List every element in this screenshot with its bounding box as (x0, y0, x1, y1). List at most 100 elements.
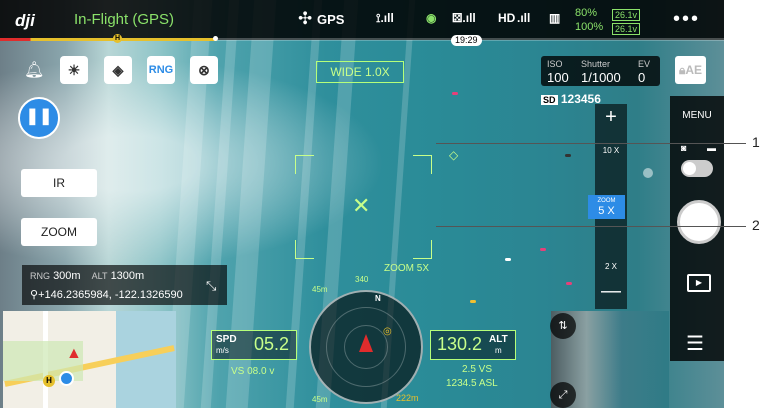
home-point-icon: ◎ (383, 326, 392, 337)
altitude-indicator: 130.2 ALT m (430, 330, 516, 360)
vertical-speed-sub: VS 08.0 v (231, 366, 275, 377)
rng-button[interactable]: RNG (147, 56, 175, 84)
battery-icon[interactable]: ▥ (549, 11, 560, 25)
remote-controller-signal-icon: ⚄.ıll (452, 11, 476, 25)
remaining-time: 19:29 (451, 35, 482, 46)
home-marker-icon: H (43, 375, 55, 387)
surfer (566, 282, 572, 285)
toggle-knob (683, 162, 696, 175)
flight-status[interactable]: In-Flight (GPS) (74, 11, 174, 28)
surfer (540, 248, 546, 251)
progress-dot (213, 36, 218, 41)
altitude-label: ALT (91, 271, 108, 281)
callout-line-2 (436, 226, 746, 227)
swap-view-icon[interactable]: ⇅ (550, 313, 576, 339)
camera-settings-icon[interactable]: ☰ (686, 331, 704, 356)
gimbal-indicator (643, 168, 653, 178)
status-bar: dji In-Flight (GPS) ✣ GPS ⟟.ıll ◉ ⚄.ıll … (0, 0, 724, 40)
dji-logo: dji (15, 11, 35, 30)
crosshair-icon: ✕ (352, 193, 371, 218)
compass-calibration-icon[interactable]: ⊗ (190, 56, 218, 84)
mini-map[interactable]: ▲ H (3, 311, 176, 408)
radar-home-distance: 222m (396, 393, 419, 403)
shutter-value: 1/1000 (581, 70, 621, 85)
shutter-label: Shutter (581, 59, 611, 69)
iso-label: ISO (547, 59, 563, 69)
satellite-signal-icon: ⟟.ıll (376, 11, 394, 25)
location-pin-icon: ⚲ (30, 289, 39, 301)
aircraft-info: RNG 300m ALT 1300m ⚲+146.2365984, -122.1… (22, 265, 227, 305)
notification-bell-icon[interactable]: 🔔︎ (24, 60, 44, 80)
zoom-button[interactable]: ZOOM (21, 218, 97, 246)
zoom-out-button[interactable]: — (595, 280, 627, 303)
focus-frame-corner (413, 240, 432, 259)
camera-mode-label: WIDE 1.0X (316, 61, 404, 83)
focus-frame-corner (295, 155, 314, 174)
photo-video-toggle[interactable] (681, 160, 713, 177)
obstacle-sensing-icon[interactable]: ◉ (426, 11, 436, 25)
surfer (505, 258, 511, 261)
altitude-asl: 1234.5 ASL (446, 378, 498, 389)
callout-1: 1 (752, 134, 760, 150)
zoom-current[interactable]: ZOOM 5 X (588, 195, 625, 219)
zoom-overlay-label: ZOOM 5X (384, 263, 430, 274)
coordinates: +146.2365984, -122.1326590 (38, 289, 183, 301)
zoom-tick-max: 10 X (602, 146, 620, 155)
voltage-aircraft: 26.1v (612, 9, 641, 21)
battery-percent-controller: 100% (575, 21, 604, 33)
speed-indicator: SPD m/s 05.2 (211, 330, 297, 360)
light-icon[interactable]: ☀ (60, 56, 88, 84)
surfer (565, 154, 571, 157)
radar-distance-top: 45m (312, 285, 328, 294)
focus-frame-corner (413, 155, 432, 174)
zoom-in-button[interactable]: + (595, 106, 627, 129)
zoom-current-value: 5 X (598, 205, 615, 217)
pilot-location-icon (59, 371, 74, 386)
ae-lock-button[interactable]: 🔒︎AE (675, 56, 706, 84)
ae-label: AE (685, 63, 703, 77)
callout-2: 2 (752, 217, 760, 233)
expand-view-icon[interactable]: ⤢ (550, 382, 576, 408)
callout-line-1 (436, 143, 746, 144)
altitude-value: 1300m (110, 270, 145, 282)
ev-label: EV (638, 59, 651, 69)
battery-progress-fill (0, 38, 218, 41)
altitude-telemetry-value: 130.2 (437, 334, 483, 354)
radar-heading-value: 340 (355, 275, 369, 284)
battery-progress-bar: H (0, 34, 724, 43)
gps-label[interactable]: GPS (317, 12, 344, 27)
range-value: 300m (53, 270, 81, 282)
voltage-controller: 26.1v (612, 23, 641, 35)
playback-icon[interactable]: ▶ (687, 274, 711, 292)
zoom-slider[interactable]: + 10 X ZOOM 5 X 2 X — (588, 104, 627, 309)
camera-control-panel: MENU ◙ ▬ ▶ ☰ (670, 96, 724, 361)
target-diamond-icon: ◇ (449, 148, 459, 162)
menu-button[interactable]: MENU (670, 110, 724, 121)
navigation-diamond-icon[interactable]: ◈ (104, 56, 132, 84)
speed-unit: m/s (216, 346, 229, 355)
focus-frame-corner (295, 240, 314, 259)
aircraft-marker-icon: ▲ (66, 345, 82, 362)
iso-value: 100 (547, 70, 569, 85)
hd-label: HD (498, 11, 516, 25)
ir-button[interactable]: IR (21, 169, 97, 197)
home-point-marker: H (113, 34, 122, 43)
more-icon[interactable]: ••• (673, 8, 700, 31)
pause-button[interactable]: ❚❚ (18, 97, 60, 139)
drone-icon: ✣ (298, 9, 313, 28)
shutter-button[interactable] (677, 200, 721, 244)
camera-view: dji In-Flight (GPS) ✣ GPS ⟟.ıll ◉ ⚄.ıll … (0, 0, 724, 408)
battery-percent-aircraft: 80% (575, 7, 598, 19)
radar-distance-bottom: 45m (312, 395, 328, 404)
speed-label: SPD (216, 334, 237, 345)
zoom-tick-min: 2 X (604, 262, 617, 271)
north-icon: N (375, 294, 381, 303)
altitude-telemetry-label: ALT (489, 334, 508, 345)
exposure-settings[interactable]: ISO 100 Shutter 1/1000 EV 0 (541, 56, 660, 86)
radar-compass: ◎ N (309, 290, 423, 404)
video-icon: ▬ (707, 143, 716, 153)
aircraft-heading-icon (359, 334, 373, 352)
range-label: RNG (30, 271, 50, 281)
sd-card-icon: SD (541, 95, 558, 105)
minimize-icon[interactable]: ⤡ (206, 278, 216, 294)
